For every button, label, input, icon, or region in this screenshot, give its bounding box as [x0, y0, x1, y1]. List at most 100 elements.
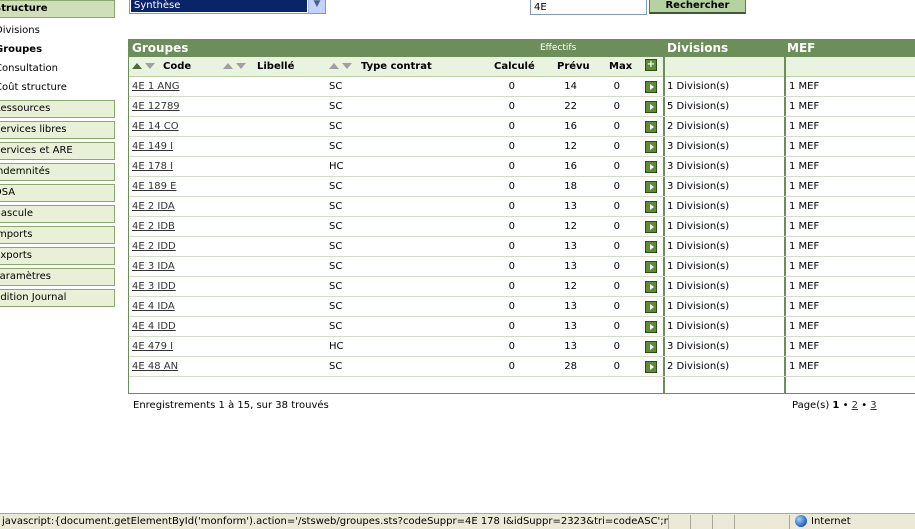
menu-section-item[interactable]: Ressources	[0, 100, 115, 118]
effectif-max: 0	[613, 81, 620, 92]
sort-asc-icon[interactable]	[329, 63, 339, 69]
sort-desc-icon[interactable]	[236, 63, 246, 69]
submenu-item-label: Consultation	[0, 63, 58, 74]
type-contrat: SC	[329, 221, 343, 232]
group-code-link[interactable]: 4E 3 IDA	[132, 261, 175, 272]
menu-section-item[interactable]: Bascule	[0, 205, 115, 223]
group-code-link[interactable]: 4E 2 IDD	[132, 241, 176, 252]
divisions-count: 1 Division(s)	[667, 321, 730, 332]
menu-section-label: Imports	[0, 229, 33, 240]
arrow-right-icon[interactable]	[645, 361, 657, 373]
search-input[interactable]	[530, 0, 647, 15]
type-contrat: SC	[329, 301, 343, 312]
group-code-link[interactable]: 4E 2 IDA	[132, 201, 175, 212]
effectif-prevu: 13	[564, 321, 577, 332]
menu-section-item[interactable]: Services et ARE	[0, 142, 115, 160]
table-row: 4E 3 IDD SC 0 12 0 1 Division(s) 1 MEF	[129, 277, 915, 297]
sort-asc-icon[interactable]	[132, 63, 142, 69]
group-code-link[interactable]: 4E 4 IDD	[132, 321, 176, 332]
submenu-item[interactable]: Coût structure	[0, 78, 116, 97]
view-select[interactable]: Synthèse ▼	[129, 0, 326, 14]
group-code-link[interactable]: 4E 4 IDA	[132, 301, 175, 312]
effectif-max: 0	[613, 101, 620, 112]
menu-section-item[interactable]: DSA	[0, 184, 115, 202]
group-code-link[interactable]: 4E 48 AN	[132, 361, 178, 372]
mef-count: 1 MEF	[789, 161, 820, 172]
menu-section-item[interactable]: Exports	[0, 247, 115, 265]
group-code-link[interactable]: 4E 189 E	[132, 181, 176, 192]
page-link[interactable]: 2	[852, 400, 858, 411]
menu-structure[interactable]: Structure	[0, 0, 115, 18]
submenu-item-label: Coût structure	[0, 82, 67, 93]
table-body: 4E 1 ANG SC 0 14 0 1 Division(s) 1 MEF 4E 12789…	[129, 77, 915, 377]
arrow-right-icon[interactable]	[645, 161, 657, 173]
submenu-item[interactable]: Consultation	[0, 59, 116, 78]
table-row: 4E 479 I HC 0 13 0 3 Division(s) 1 MEF	[129, 337, 915, 357]
menu-section-item[interactable]: Imports	[0, 226, 115, 244]
arrow-right-icon[interactable]	[645, 341, 657, 353]
col-max: Max	[609, 61, 633, 72]
arrow-right-icon[interactable]	[645, 121, 657, 133]
arrow-right-icon[interactable]	[645, 261, 657, 273]
divisions-count: 5 Division(s)	[667, 101, 730, 112]
menu-section-label: Édition Journal	[0, 292, 67, 303]
arrow-right-icon[interactable]	[645, 181, 657, 193]
col-type-contrat[interactable]: Type contrat	[361, 61, 432, 72]
arrow-right-icon[interactable]	[645, 301, 657, 313]
arrow-right-icon[interactable]	[645, 81, 657, 93]
effectif-max: 0	[613, 281, 620, 292]
menu-section-item[interactable]: Indemnités	[0, 163, 115, 181]
group-code-link[interactable]: 4E 12789	[132, 101, 180, 112]
effectif-max: 0	[613, 361, 620, 372]
arrow-right-icon[interactable]	[645, 221, 657, 233]
group-code-link[interactable]: 4E 479 I	[132, 341, 173, 352]
title-divisions: Divisions	[667, 41, 729, 55]
arrow-right-icon[interactable]	[645, 201, 657, 213]
arrow-right-icon[interactable]	[645, 281, 657, 293]
sort-asc-icon[interactable]	[223, 63, 233, 69]
group-code-link[interactable]: 4E 178 I	[132, 161, 173, 172]
menu-section-item[interactable]: Paramètres	[0, 268, 115, 286]
arrow-right-icon[interactable]	[645, 241, 657, 253]
group-code-link[interactable]: 4E 2 IDB	[132, 221, 175, 232]
effectif-prevu: 13	[564, 341, 577, 352]
add-icon[interactable]: +	[645, 59, 657, 71]
effectif-max: 0	[613, 121, 620, 132]
pagination: Page(s) 1 • 2 • 3	[792, 400, 877, 411]
group-code-link[interactable]: 4E 14 CO	[132, 121, 179, 132]
divisions-count: 3 Division(s)	[667, 341, 730, 352]
type-contrat: SC	[329, 81, 343, 92]
divisions-count: 1 Division(s)	[667, 81, 730, 92]
group-code-link[interactable]: 4E 149 I	[132, 141, 173, 152]
mef-count: 1 MEF	[789, 221, 820, 232]
table-row: 4E 189 E SC 0 18 0 3 Division(s) 1 MEF	[129, 177, 915, 197]
menu-section-label: Ressources	[0, 103, 51, 114]
effectif-prevu: 22	[564, 101, 577, 112]
effectif-max: 0	[613, 261, 620, 272]
mef-count: 1 MEF	[789, 301, 820, 312]
arrow-right-icon[interactable]	[645, 141, 657, 153]
menu-structure-label: Structure	[0, 3, 48, 14]
submenu-item[interactable]: Divisions	[0, 21, 116, 40]
effectif-prevu: 16	[564, 121, 577, 132]
arrow-right-icon[interactable]	[645, 101, 657, 113]
sort-desc-icon[interactable]	[145, 63, 155, 69]
mef-count: 1 MEF	[789, 101, 820, 112]
group-code-link[interactable]: 4E 1 ANG	[132, 81, 179, 92]
page-current: 1	[832, 400, 840, 411]
sort-desc-icon[interactable]	[342, 63, 352, 69]
submenu-item[interactable]: Groupes	[0, 40, 116, 59]
search-button[interactable]: Rechercher	[649, 0, 746, 14]
mef-count: 1 MEF	[789, 261, 820, 272]
mef-count: 1 MEF	[789, 241, 820, 252]
group-code-link[interactable]: 4E 3 IDD	[132, 281, 176, 292]
chevron-down-icon[interactable]: ▼	[308, 0, 325, 13]
effectif-calcule: 0	[508, 101, 515, 112]
arrow-right-icon[interactable]	[645, 321, 657, 333]
menu-section-item[interactable]: Services libres	[0, 121, 115, 139]
col-code[interactable]: Code	[163, 61, 191, 72]
col-libelle[interactable]: Libellé	[257, 61, 294, 72]
page-link[interactable]: 3	[870, 400, 876, 411]
menu-section-item[interactable]: Édition Journal	[0, 289, 115, 307]
effectif-max: 0	[613, 141, 620, 152]
